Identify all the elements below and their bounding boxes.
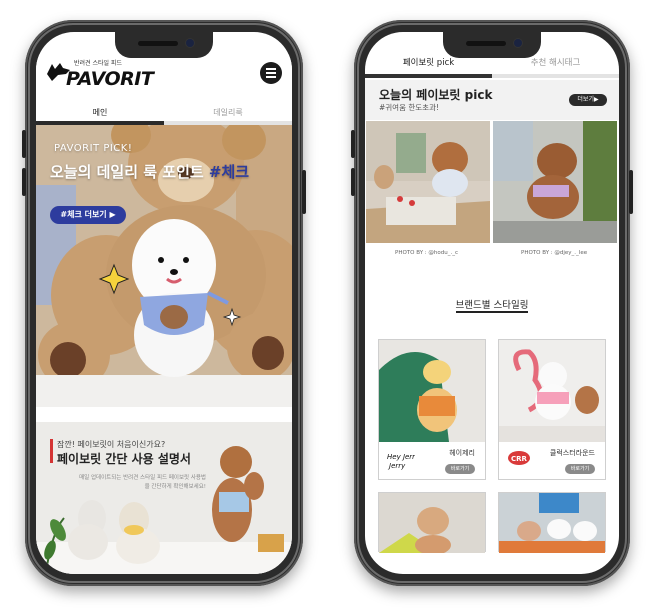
photo-credit: PHOTO BY : @djey_._lee [521,250,588,256]
volume-button [351,130,355,158]
tab-label: 추천 해시태그 [530,58,581,68]
tab-label: 페이보릿 pick [402,58,455,68]
go-button[interactable]: 바로가기 [445,464,475,474]
hero-title-main: 오늘의 데일리 룩 포인트 [50,163,209,181]
brand-name: 헤이제리 [449,449,475,457]
screen-main: 반려견 스타일 피드 PAVORIT 메인 데일리룩 PAVORIT PICK!… [36,32,292,574]
guide-banner[interactable]: 잠깐! 페이보릿이 처음이신가요? 페이보릿 간단 사용 설명서 매일 업데이트… [36,422,292,574]
brand-section-title: 브랜드별 스타일링 [365,297,619,313]
power-button [629,170,633,214]
brand-photo [499,340,605,442]
accent-bar [50,439,53,463]
tab-dailylook[interactable]: 데일리룩 [164,105,292,125]
check-more-button[interactable]: #체크 더보기 ▶ [50,206,126,224]
guide-description: 매일 업데이트되는 반려견 스타일 피드 페이보릿 사용법을 간단하게 확인해보… [79,475,206,490]
volume-button [351,168,355,196]
volume-button [22,130,26,158]
menu-button[interactable] [260,62,282,84]
screen-pick: 페이보릿 pick 추천 해시태그 오늘의 페이보릿 pick #귀여움 한도초… [365,32,619,574]
menu-icon [266,68,276,70]
svg-text:Jerry: Jerry [387,462,406,470]
app-header: 반려견 스타일 피드 PAVORIT [36,54,292,104]
tab-main[interactable]: 메인 [36,105,164,125]
hero-title: 오늘의 데일리 룩 포인트 #체크 [50,161,249,182]
hero-banner[interactable]: PAVORIT PICK! 오늘의 데일리 룩 포인트 #체크 #체크 더보기 … [36,125,292,407]
tab-label: 메인 [92,108,108,117]
logo-wordmark: PAVORIT [66,68,154,90]
power-button [302,170,306,214]
main-tabs: 메인 데일리룩 [36,105,292,125]
phone-mockup-right: 페이보릿 pick 추천 해시태그 오늘의 페이보릿 pick #귀여움 한도초… [351,20,633,586]
guide-question: 잠깐! 페이보릿이 처음이신가요? [57,440,166,449]
hero-title-highlight: #체크 [208,163,250,181]
svg-text:Hey Jerry: Hey Jerry [387,453,415,461]
brand-logo-crr: CRR [507,450,531,470]
logo-tagline: 반려견 스타일 피드 [74,60,122,67]
brand-card[interactable]: CRR 클럭스터라운드 바로가기 [498,339,606,480]
brand-name: 클럭스터라운드 [549,449,595,457]
pick-title: 오늘의 페이보릿 pick [379,88,493,102]
more-button[interactable]: 더보기▶ [569,94,607,106]
brand-photo [499,493,605,553]
brand-section-label: 브랜드별 스타일링 [455,300,529,311]
notch [443,32,541,58]
pick-header: 오늘의 페이보릿 pick #귀여움 한도초과! 더보기▶ [365,80,619,120]
hero-eyebrow: PAVORIT PICK! [54,143,133,154]
volume-button [22,168,26,196]
brand-card[interactable] [378,492,486,553]
brand-logo-heyjerry: Hey JerryJerry [387,450,420,476]
brand-card[interactable]: Hey JerryJerry 헤이제리 바로가기 [378,339,486,480]
pick-photo-1[interactable] [366,121,490,243]
brand-card[interactable] [498,492,606,553]
notch [115,32,213,58]
svg-text:CRR: CRR [511,455,528,463]
photo-credit: PHOTO BY : @hodu_._c [395,250,459,256]
go-button[interactable]: 바로가기 [565,464,595,474]
guide-title: 페이보릿 간단 사용 설명서 [57,452,191,466]
pick-photo-2[interactable] [493,121,617,243]
brand-photo [379,340,485,442]
tab-label: 데일리룩 [213,108,243,117]
brand-photo [379,493,485,553]
pick-subtitle: #귀여움 한도초과! [379,103,439,112]
phone-mockup-left: 반려견 스타일 피드 PAVORIT 메인 데일리룩 PAVORIT PICK!… [22,20,306,586]
